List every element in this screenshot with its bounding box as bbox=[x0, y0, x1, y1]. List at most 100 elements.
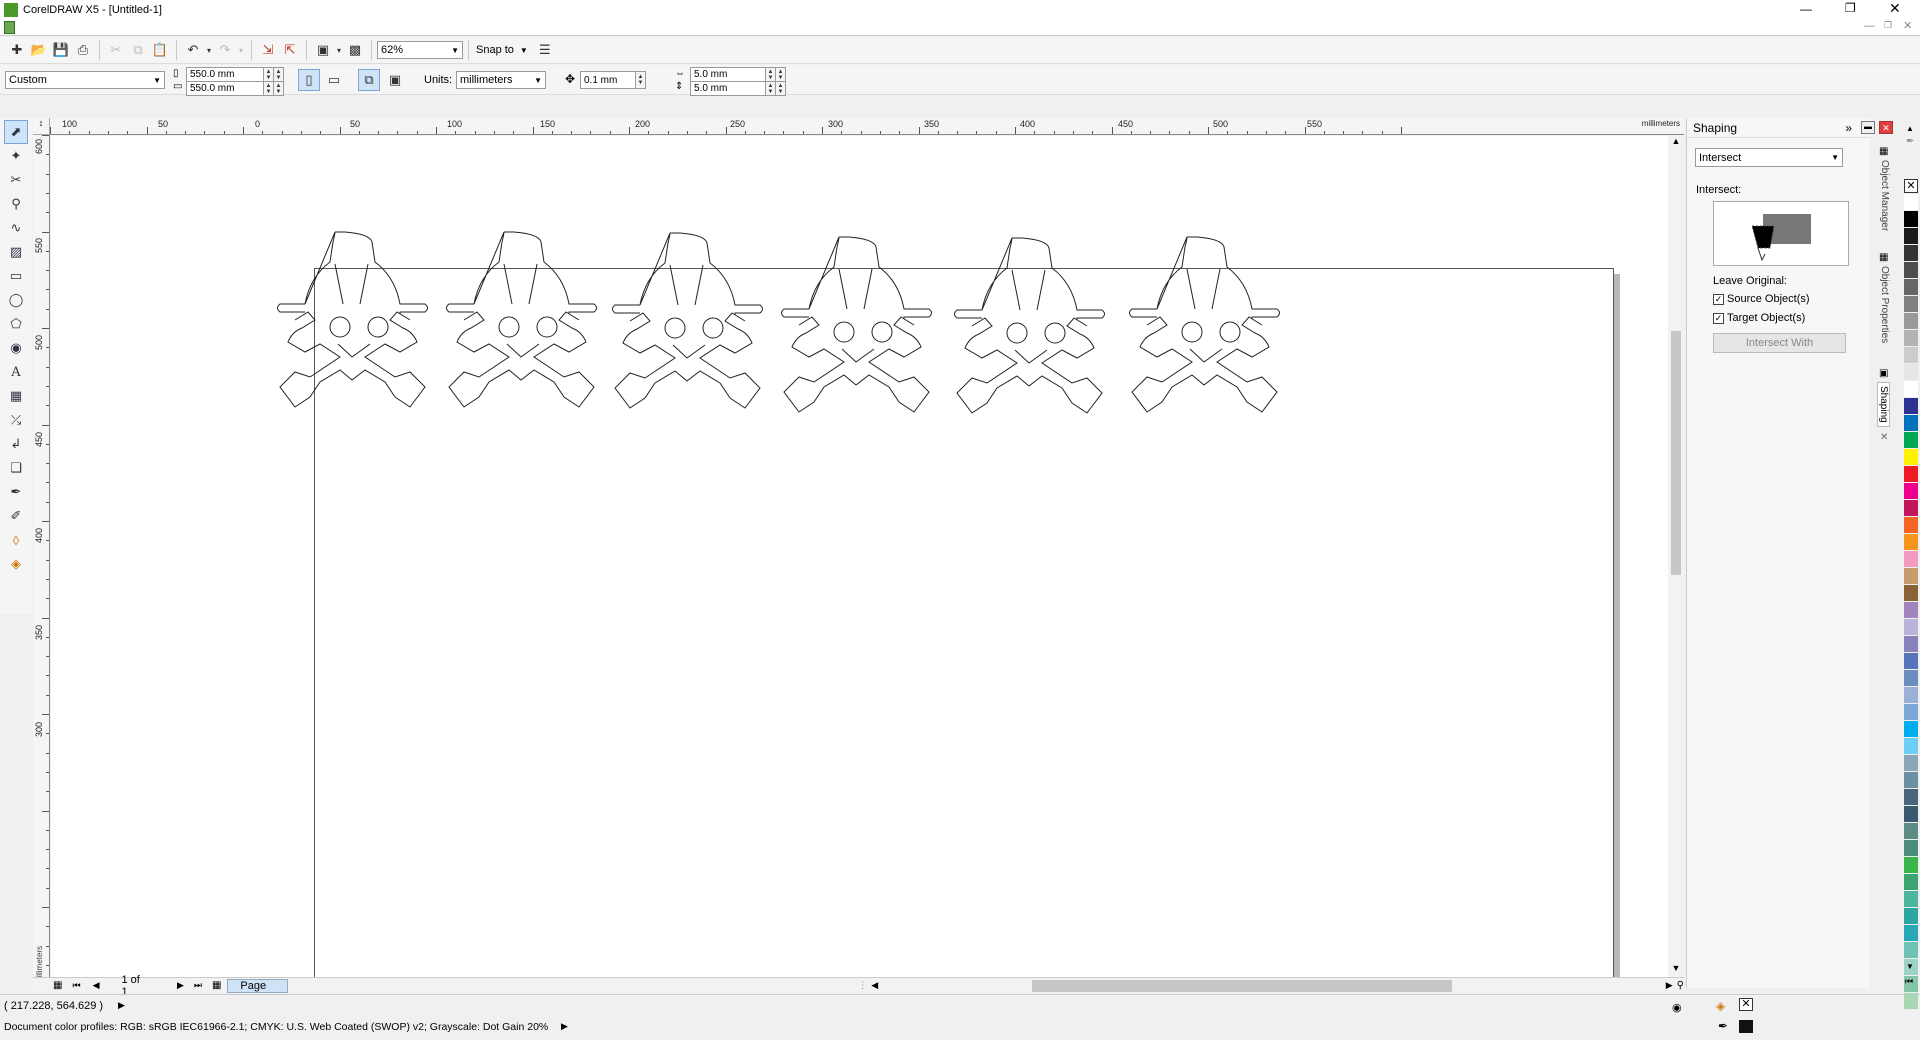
page-height-stepper[interactable]: ▲ ▼ bbox=[274, 81, 284, 96]
snapshot-icon[interactable]: ◉ bbox=[1672, 1001, 1682, 1014]
color-swatch[interactable] bbox=[1904, 262, 1918, 279]
rectangle-tool-icon[interactable]: ▭ bbox=[4, 264, 28, 288]
last-page-icon[interactable]: ⏭ bbox=[194, 980, 202, 991]
duplicate-x-input[interactable]: 5.0 mm bbox=[690, 67, 766, 82]
restore-button[interactable]: ❐ bbox=[1845, 1, 1856, 15]
crop-tool-icon[interactable]: ✂ bbox=[4, 168, 28, 192]
nudge-distance-input[interactable]: 0.1 mm bbox=[580, 71, 636, 89]
duplicate-x-stepper[interactable]: ▲ ▼ bbox=[776, 67, 786, 82]
object-manager-tab[interactable]: Object Manager bbox=[1879, 160, 1890, 231]
vertical-scrollbar[interactable]: ▲ ▼ bbox=[1668, 136, 1684, 977]
docker-expand-icon[interactable]: » bbox=[1845, 121, 1852, 135]
duplicate-x-spinner[interactable]: ▲ ▼ bbox=[766, 67, 776, 82]
color-swatch[interactable] bbox=[1904, 313, 1918, 330]
color-swatch[interactable] bbox=[1904, 653, 1918, 670]
basic-shapes-icon[interactable]: ◉ bbox=[4, 336, 28, 360]
color-swatch[interactable] bbox=[1904, 687, 1918, 704]
tab-close-icon[interactable]: ✕ bbox=[1880, 432, 1888, 443]
docker-minimize-icon[interactable]: ▬ bbox=[1861, 121, 1875, 134]
fill-indicator-icon[interactable]: ◈ bbox=[1716, 999, 1725, 1013]
text-tool-icon[interactable]: A bbox=[4, 360, 28, 384]
cut-icon[interactable]: ✂ bbox=[105, 39, 127, 61]
undo-icon[interactable]: ↶ bbox=[182, 39, 204, 61]
fill-tool-icon[interactable]: ◊ bbox=[4, 528, 28, 552]
ellipse-tool-icon[interactable]: ◯ bbox=[4, 288, 28, 312]
color-swatch[interactable] bbox=[1904, 925, 1918, 942]
color-swatch[interactable] bbox=[1904, 568, 1918, 585]
page-height-spinner[interactable]: ▲ ▼ bbox=[264, 81, 274, 96]
skull-wrench-object[interactable] bbox=[612, 232, 763, 409]
horizontal-scroll-track[interactable] bbox=[882, 979, 1660, 992]
color-swatch[interactable] bbox=[1904, 619, 1918, 636]
palette-scroll-up-icon[interactable]: ▲ bbox=[1906, 124, 1914, 133]
doc-restore-button[interactable]: ❐ bbox=[1884, 20, 1892, 31]
skull-wrench-object[interactable] bbox=[954, 237, 1105, 414]
palette-expand-icon[interactable]: ⏮ bbox=[1905, 976, 1913, 987]
splitter-icon[interactable]: ⋮ bbox=[858, 980, 867, 991]
color-swatch[interactable] bbox=[1904, 789, 1918, 806]
color-swatch[interactable] bbox=[1904, 942, 1918, 959]
color-swatch[interactable] bbox=[1904, 993, 1918, 1010]
color-swatch[interactable] bbox=[1904, 296, 1918, 313]
freehand-tool-icon[interactable]: ∿ bbox=[4, 216, 28, 240]
color-swatch[interactable] bbox=[1904, 415, 1918, 432]
target-checkbox-box[interactable]: ✓ bbox=[1713, 312, 1724, 324]
vertical-ruler[interactable]: millimeters 600 550 500 450 400 350 300 bbox=[33, 135, 50, 988]
minimize-button[interactable]: — bbox=[1800, 2, 1812, 16]
color-swatch[interactable] bbox=[1904, 398, 1918, 415]
duplicate-y-input[interactable]: 5.0 mm bbox=[690, 81, 766, 96]
color-swatch[interactable] bbox=[1904, 636, 1918, 653]
color-profiles-text[interactable]: Document color profiles: RGB: sRGB IEC61… bbox=[4, 1021, 548, 1033]
profiles-expand-icon[interactable]: ▶ bbox=[561, 1021, 568, 1032]
page-width-spinner[interactable]: ▲ ▼ bbox=[264, 67, 274, 82]
no-color-swatch[interactable]: ✕ bbox=[1904, 179, 1918, 193]
ruler-origin[interactable]: ↕ bbox=[33, 118, 50, 135]
color-swatch[interactable] bbox=[1904, 330, 1918, 347]
color-swatch[interactable] bbox=[1904, 721, 1918, 738]
units-combo[interactable]: millimeters ▼ bbox=[456, 71, 546, 89]
color-swatch[interactable] bbox=[1904, 517, 1918, 534]
new-document-icon[interactable]: ✚ bbox=[6, 39, 28, 61]
nudge-spinner[interactable]: ▲ ▼ bbox=[636, 71, 646, 89]
duplicate-y-stepper[interactable]: ▲ ▼ bbox=[776, 81, 786, 96]
outline-color-swatch[interactable] bbox=[1739, 1020, 1753, 1033]
print-icon[interactable]: ⎙ bbox=[72, 39, 94, 61]
zoom-navigator-icon[interactable]: ⚲ bbox=[1677, 980, 1684, 991]
undo-dropdown-icon[interactable]: ▾ bbox=[204, 39, 214, 61]
zoom-level-combo[interactable]: 62% ▼ bbox=[377, 41, 463, 59]
artwork[interactable] bbox=[51, 136, 1668, 977]
export-icon[interactable]: ⇱ bbox=[279, 39, 301, 61]
vertical-scroll-thumb[interactable] bbox=[1671, 331, 1681, 575]
shaping-mode-combo[interactable]: Intersect ▼ bbox=[1695, 148, 1843, 167]
smart-fill-icon[interactable]: ▨ bbox=[4, 240, 28, 264]
docker-close-icon[interactable]: ✕ bbox=[1879, 121, 1893, 134]
intersect-with-button[interactable]: Intersect With bbox=[1713, 333, 1846, 353]
zoom-tool-icon[interactable]: ⚲ bbox=[4, 192, 28, 216]
color-swatch[interactable] bbox=[1904, 602, 1918, 619]
welcome-screen-icon[interactable]: ▩ bbox=[344, 39, 366, 61]
save-icon[interactable]: 💾 bbox=[50, 39, 72, 61]
page-width-input[interactable]: 550.0 mm bbox=[186, 67, 264, 82]
color-swatch[interactable] bbox=[1904, 364, 1918, 381]
color-swatch[interactable] bbox=[1904, 738, 1918, 755]
table-tool-icon[interactable]: ▦ bbox=[4, 384, 28, 408]
skull-wrench-object[interactable] bbox=[1129, 236, 1280, 413]
color-swatch[interactable] bbox=[1904, 840, 1918, 857]
color-swatch[interactable] bbox=[1904, 245, 1918, 262]
color-swatch[interactable] bbox=[1904, 347, 1918, 364]
copy-icon[interactable]: ⧉ bbox=[127, 39, 149, 61]
duplicate-y-spinner[interactable]: ▲ ▼ bbox=[766, 81, 776, 96]
page-preset-combo[interactable]: Custom ▼ bbox=[5, 71, 165, 89]
skull-wrench-object[interactable] bbox=[277, 231, 428, 408]
launcher-dropdown-icon[interactable]: ▾ bbox=[334, 39, 344, 61]
source-checkbox-box[interactable]: ✓ bbox=[1713, 293, 1724, 305]
color-swatch[interactable] bbox=[1904, 449, 1918, 466]
interactive-fill-icon[interactable]: ◈ bbox=[4, 552, 28, 576]
page-width-stepper[interactable]: ▲ ▼ bbox=[274, 67, 284, 82]
object-properties-tab-icon[interactable]: ▦ bbox=[1879, 252, 1888, 263]
color-swatch[interactable] bbox=[1904, 194, 1918, 211]
snap-to-button[interactable]: Snap to bbox=[476, 44, 514, 56]
current-page-icon[interactable]: ▣ bbox=[384, 69, 406, 91]
scroll-down-icon[interactable]: ▼ bbox=[1668, 963, 1684, 977]
shaping-tab-icon[interactable]: ▣ bbox=[1879, 368, 1888, 379]
